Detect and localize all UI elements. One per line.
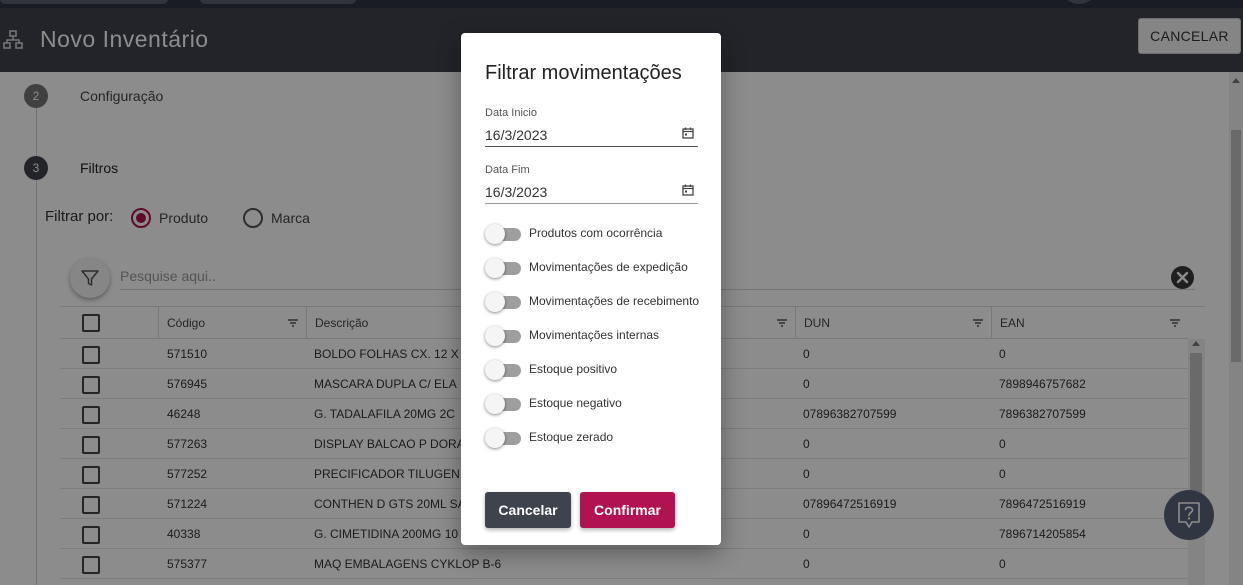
filter-movements-dialog: Filtrar movimentações Data Inicio 16/3/2…	[461, 33, 721, 545]
toggle-switch[interactable]	[485, 394, 521, 414]
toggle-switch[interactable]	[485, 428, 521, 448]
toggle-switch[interactable]	[485, 258, 521, 278]
toggle-label: Movimentações de expedição	[529, 260, 688, 274]
toggle-label: Estoque positivo	[529, 362, 618, 376]
toggle-label: Produtos com ocorrência	[529, 226, 663, 240]
start-date-value: 16/3/2023	[485, 127, 548, 143]
toggle-switch[interactable]	[485, 224, 521, 244]
end-date-field[interactable]: 16/3/2023	[485, 180, 698, 204]
calendar-icon[interactable]	[682, 184, 694, 196]
toggle-label: Estoque zerado	[529, 430, 614, 444]
dialog-confirm-button[interactable]: Confirmar	[580, 492, 675, 528]
toggle-switch[interactable]	[485, 360, 521, 380]
start-date-label: Data Inicio	[485, 107, 537, 119]
toggle-switch[interactable]	[485, 292, 521, 312]
end-date-value: 16/3/2023	[485, 184, 548, 200]
toggle-label: Movimentações internas	[529, 328, 660, 342]
toggle-label: Estoque negativo	[529, 396, 622, 410]
toggle-label: Movimentações de recebimento	[529, 294, 700, 308]
end-date-label: Data Fim	[485, 164, 530, 176]
start-date-field[interactable]: 16/3/2023	[485, 123, 698, 147]
calendar-icon[interactable]	[682, 127, 694, 139]
toggle-switch[interactable]	[485, 326, 521, 346]
dialog-cancel-button[interactable]: Cancelar	[485, 492, 571, 528]
dialog-title: Filtrar movimentações	[485, 62, 682, 84]
